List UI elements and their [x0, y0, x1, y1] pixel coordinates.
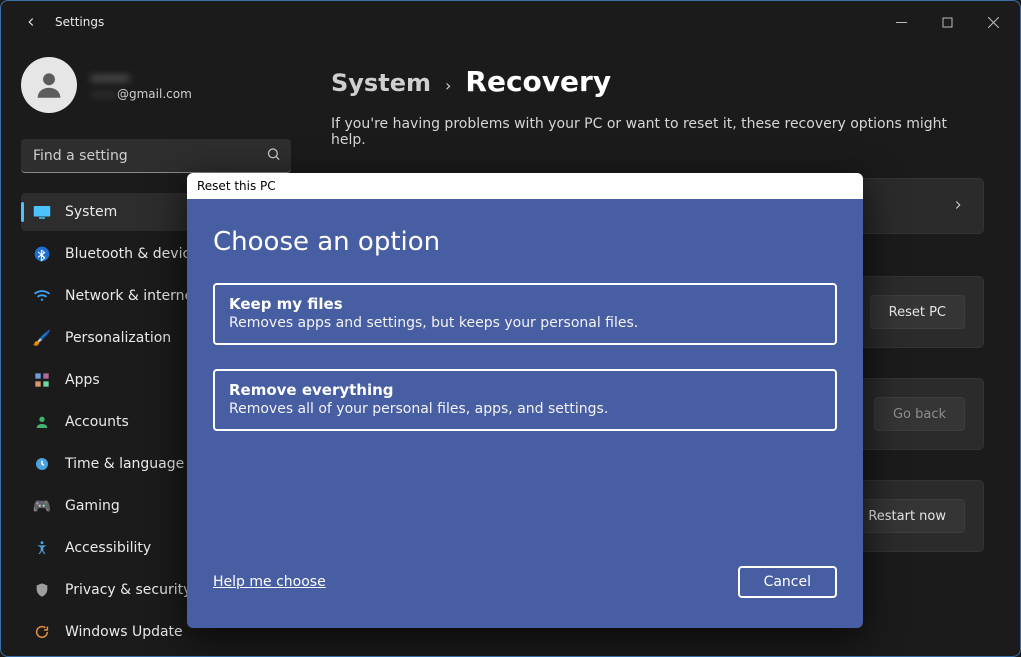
- apps-icon: [33, 371, 51, 389]
- person-icon: [33, 413, 51, 431]
- breadcrumb-parent[interactable]: System: [331, 69, 431, 97]
- sidebar-item-label: Accounts: [65, 414, 129, 430]
- sidebar-item-label: System: [65, 204, 117, 220]
- app-title: Settings: [55, 15, 104, 29]
- page-description: If you're having problems with your PC o…: [331, 116, 984, 148]
- gamepad-icon: 🎮: [33, 497, 51, 515]
- dialog-heading: Choose an option: [213, 227, 837, 257]
- option-desc: Removes all of your personal files, apps…: [229, 401, 821, 417]
- shield-icon: [33, 581, 51, 599]
- sidebar-item-label: Gaming: [65, 498, 120, 514]
- help-me-choose-link[interactable]: Help me choose: [213, 574, 326, 590]
- brush-icon: 🖌️: [33, 329, 51, 347]
- sidebar-item-label: Privacy & security: [65, 582, 191, 598]
- back-button[interactable]: [23, 14, 39, 30]
- chevron-right-icon: [951, 197, 965, 216]
- monitor-icon: [33, 203, 51, 221]
- dialog-titlebar: Reset this PC: [187, 173, 863, 199]
- profile-name: ------: [91, 69, 192, 87]
- restart-now-button[interactable]: Restart now: [849, 499, 965, 533]
- go-back-button[interactable]: Go back: [874, 397, 965, 431]
- option-keep-my-files[interactable]: Keep my files Removes apps and settings,…: [213, 283, 837, 345]
- search-icon: [266, 147, 281, 166]
- reset-pc-button[interactable]: Reset PC: [870, 295, 965, 329]
- sidebar-item-label: Network & internet: [65, 288, 199, 304]
- avatar: [21, 57, 77, 113]
- profile-email: ------@gmail.com: [91, 87, 192, 101]
- settings-window: Settings ------ ------@gmail.com: [0, 0, 1021, 657]
- maximize-button[interactable]: [924, 6, 970, 38]
- sidebar-item-label: Accessibility: [65, 540, 151, 556]
- page-title: Recovery: [465, 65, 611, 98]
- sidebar-item-label: Personalization: [65, 330, 171, 346]
- option-title: Remove everything: [229, 381, 821, 399]
- sidebar-item-label: Windows Update: [65, 624, 183, 640]
- breadcrumb: System › Recovery: [331, 65, 984, 98]
- reset-pc-dialog: Reset this PC Choose an option Keep my f…: [187, 173, 863, 628]
- cancel-button[interactable]: Cancel: [738, 566, 837, 598]
- clock-icon: [33, 455, 51, 473]
- bluetooth-icon: [33, 245, 51, 263]
- option-remove-everything[interactable]: Remove everything Removes all of your pe…: [213, 369, 837, 431]
- option-desc: Removes apps and settings, but keeps you…: [229, 315, 821, 331]
- minimize-button[interactable]: [878, 6, 924, 38]
- update-icon: [33, 623, 51, 641]
- accessibility-icon: [33, 539, 51, 557]
- sidebar-item-label: Bluetooth & devices: [65, 246, 206, 262]
- close-button[interactable]: [970, 6, 1016, 38]
- search-container: [21, 139, 291, 173]
- titlebar: Settings: [1, 1, 1020, 43]
- sidebar-item-label: Time & language: [65, 456, 184, 472]
- option-title: Keep my files: [229, 295, 821, 313]
- wifi-icon: [33, 287, 51, 305]
- profile-block[interactable]: ------ ------@gmail.com: [21, 57, 291, 113]
- sidebar-item-label: Apps: [65, 372, 100, 388]
- chevron-right-icon: ›: [445, 76, 451, 95]
- search-input[interactable]: [21, 139, 291, 173]
